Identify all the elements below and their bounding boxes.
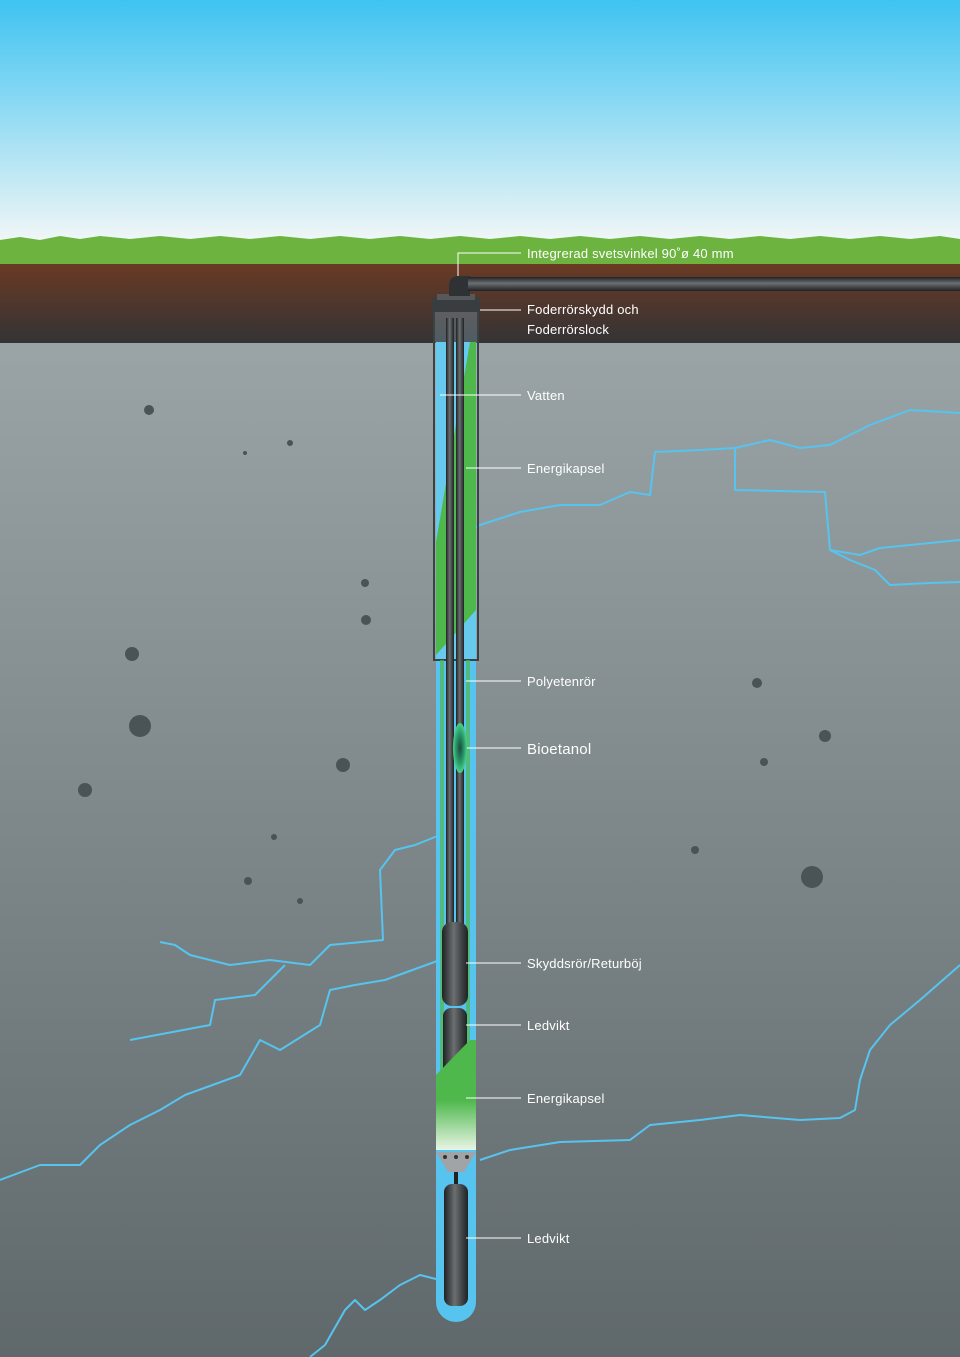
label-weight-upper: Ledvikt [527, 1018, 570, 1033]
pe-pipe-right [456, 318, 464, 928]
borehole-diagram: Integrerad svetsvinkel 90˚ø 40 mm Foderr… [0, 0, 960, 1357]
coupling-stem [454, 1172, 458, 1184]
label-protective-tube: Skyddsrör/Returböj [527, 956, 642, 971]
return-bend-sleeve [442, 922, 468, 1006]
casing-cap [432, 298, 480, 312]
label-water: Vatten [527, 388, 565, 403]
coupling-bolt-2 [454, 1155, 458, 1159]
label-cap-line2: Foderrörslock [527, 322, 609, 337]
horizontal-pipe [468, 277, 960, 291]
bioethanol-blob [453, 723, 467, 773]
sky [0, 0, 960, 245]
bedrock [0, 343, 960, 1357]
coupling-bolt-3 [465, 1155, 469, 1159]
label-elbow: Integrerad svetsvinkel 90˚ø 40 mm [527, 246, 734, 261]
label-cap-line1: Foderrörskydd och [527, 302, 639, 317]
label-energy-capsule-top: Energikapsel [527, 461, 605, 476]
coupling-bolt-1 [443, 1155, 447, 1159]
label-pe-pipe: Polyetenrör [527, 674, 596, 689]
pe-pipe-left [446, 318, 454, 928]
weight-lower [444, 1184, 468, 1306]
label-energy-capsule-bottom: Energikapsel [527, 1091, 605, 1106]
label-weight-lower: Ledvikt [527, 1231, 570, 1246]
label-bioethanol: Bioetanol [527, 741, 591, 758]
elbow-pipe [449, 276, 470, 296]
grass-strip [0, 236, 960, 265]
